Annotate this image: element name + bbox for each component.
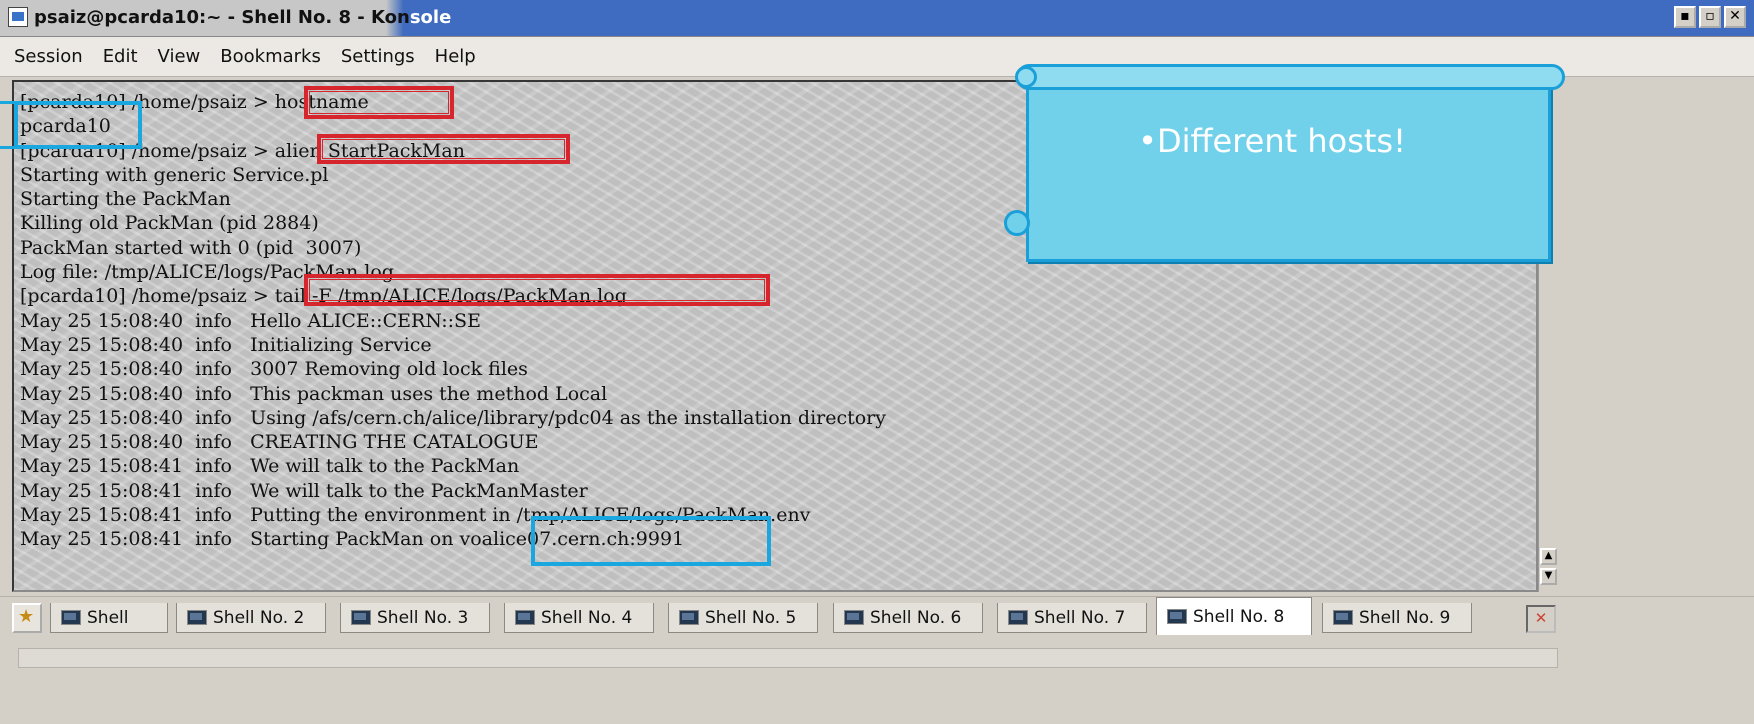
terminal-icon xyxy=(1333,610,1353,625)
terminal-icon xyxy=(1167,609,1187,624)
terminal-line: May 25 15:08:40 info Hello ALICE::CERN::… xyxy=(20,309,481,332)
highlight-startpackman-command xyxy=(317,134,570,164)
menu-edit[interactable]: Edit xyxy=(103,46,138,67)
terminal-icon xyxy=(61,610,81,625)
menu-settings[interactable]: Settings xyxy=(341,46,415,67)
menu-view[interactable]: View xyxy=(158,46,201,67)
session-tab-bar: Shell Shell No. 2 Shell No. 3 Shell No. … xyxy=(0,596,1754,641)
arrow-up-icon[interactable]: ▲ xyxy=(1540,548,1557,565)
scroll-curl-icon xyxy=(1004,210,1030,236)
konsole-icon[interactable] xyxy=(8,7,28,27)
terminal-line: May 25 15:08:40 info Initializing Servic… xyxy=(20,333,432,356)
terminal-icon xyxy=(351,610,371,625)
tab-shell-3[interactable]: Shell No. 3 xyxy=(340,603,490,633)
callout-note: •Different hosts! xyxy=(1004,64,1567,270)
terminal-icon xyxy=(515,610,535,625)
terminal-icon xyxy=(679,610,699,625)
terminal-line: Killing old PackMan (pid 2884) xyxy=(20,212,319,235)
highlight-hostname-command xyxy=(304,86,454,119)
terminal-icon xyxy=(844,610,864,625)
tab-shell-8[interactable]: Shell No. 8 xyxy=(1156,597,1312,635)
tab-label: Shell No. 3 xyxy=(377,607,469,628)
terminal-line: Starting the PackMan xyxy=(20,188,231,211)
menu-bookmarks[interactable]: Bookmarks xyxy=(220,46,321,67)
tab-shell-2[interactable]: Shell No. 2 xyxy=(176,603,326,633)
tab-label: Shell No. 4 xyxy=(541,607,633,628)
terminal-line: May 25 15:08:40 info Using /afs/cern.ch/… xyxy=(20,406,887,429)
arrow-down-icon[interactable]: ▼ xyxy=(1540,568,1557,585)
highlight-local-hostname xyxy=(14,101,142,149)
terminal-line: Starting with generic Service.pl xyxy=(20,163,329,186)
tab-label: Shell No. 5 xyxy=(705,607,797,628)
status-field xyxy=(18,648,1558,668)
terminal-line: May 25 15:08:40 info CREATING THE CATALO… xyxy=(20,431,539,454)
terminal-line: May 25 15:08:41 info We will talk to the… xyxy=(20,455,520,478)
window-controls: ▪ ▫ ✕ xyxy=(1674,6,1746,28)
terminal-line: PackMan started with 0 (pid 3007) xyxy=(20,236,362,259)
window-title-suffix: sole xyxy=(409,7,452,28)
status-bar xyxy=(0,642,1754,724)
minimize-button[interactable]: ▪ xyxy=(1674,6,1696,28)
tab-label: Shell No. 6 xyxy=(870,607,962,628)
window-title: psaiz@pcarda10:~ - Shell No. 8 - Konsole xyxy=(34,7,451,28)
title-bar[interactable]: psaiz@pcarda10:~ - Shell No. 8 - Konsole… xyxy=(0,0,1754,37)
tab-shell-9[interactable]: Shell No. 9 xyxy=(1322,603,1472,633)
tab-shell-4[interactable]: Shell No. 4 xyxy=(504,603,654,633)
tab-label: Shell No. 9 xyxy=(1359,607,1451,628)
bracket-line xyxy=(0,101,18,104)
close-session-icon[interactable]: ✕ xyxy=(1526,605,1556,633)
tab-shell[interactable]: Shell xyxy=(50,603,168,633)
menu-help[interactable]: Help xyxy=(435,46,476,67)
callout-text: •Different hosts! xyxy=(1138,122,1406,160)
scroll-curl-icon xyxy=(1015,66,1037,88)
terminal-line: May 25 15:08:41 info We will talk to the… xyxy=(20,479,588,502)
tab-label: Shell No. 7 xyxy=(1034,607,1126,628)
tab-label: Shell No. 2 xyxy=(213,607,305,628)
new-session-icon[interactable] xyxy=(12,603,42,633)
tab-shell-7[interactable]: Shell No. 7 xyxy=(997,603,1147,633)
terminal-icon xyxy=(187,610,207,625)
tab-label: Shell No. 8 xyxy=(1193,606,1285,627)
maximize-button[interactable]: ▫ xyxy=(1699,6,1721,28)
highlight-remote-host xyxy=(531,516,771,566)
close-button[interactable]: ✕ xyxy=(1724,6,1746,28)
terminal-line: May 25 15:08:40 info This packman uses t… xyxy=(20,382,608,405)
tab-shell-5[interactable]: Shell No. 5 xyxy=(668,603,818,633)
menu-session[interactable]: Session xyxy=(14,46,83,67)
tab-shell-6[interactable]: Shell No. 6 xyxy=(833,603,983,633)
terminal-icon xyxy=(1008,610,1028,625)
bracket-line xyxy=(0,146,18,149)
terminal-line: May 25 15:08:40 info 3007 Removing old l… xyxy=(20,358,528,381)
tab-label: Shell xyxy=(87,607,129,628)
highlight-tail-command xyxy=(304,274,770,306)
callout-panel xyxy=(1026,86,1551,262)
window-title-prefix: psaiz@pcarda10:~ - Shell No. 8 - Kon xyxy=(34,7,410,28)
callout-scroll-top xyxy=(1016,64,1565,90)
